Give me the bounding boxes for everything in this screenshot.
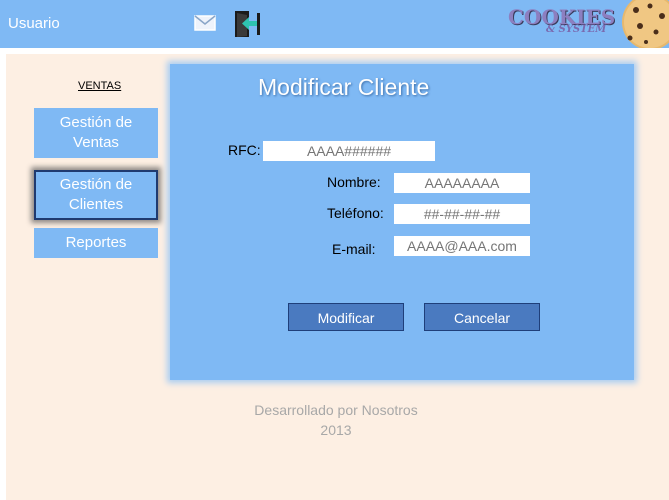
telefono-input[interactable] <box>394 204 530 224</box>
mail-icon[interactable] <box>194 15 216 31</box>
nombre-input[interactable] <box>394 173 530 193</box>
cookie-icon <box>616 0 669 48</box>
exit-door-icon[interactable] <box>232 9 262 39</box>
user-label[interactable]: Usuario <box>8 15 60 32</box>
cookies-system-logo: COOKIES & SYSTEM <box>508 5 615 41</box>
footer-year: 2013 <box>320 422 352 438</box>
top-bar: Usuario COOKIES & SYSTEM <box>0 0 669 48</box>
email-input[interactable] <box>394 236 530 256</box>
nav-gestion-ventas-line2: Ventas <box>73 134 119 151</box>
nav-gestion-clientes-line2: Clientes <box>68 196 124 213</box>
footer-credit: Desarrollado por Nosotros <box>254 402 418 418</box>
footer: Desarrollado por Nosotros 2013 <box>200 400 472 440</box>
nav-gestion-ventas[interactable]: Gestión de Ventas <box>34 108 158 158</box>
nombre-label: Nombre: <box>327 174 381 190</box>
nav-reportes-label: Reportes <box>65 234 127 251</box>
nav-gestion-ventas-line1: Gestión de <box>59 114 133 131</box>
rfc-input[interactable] <box>263 141 435 161</box>
email-label: E-mail: <box>332 241 376 257</box>
modificar-button[interactable]: Modificar <box>288 303 404 331</box>
nav-gestion-clientes[interactable]: Gestión de Clientes <box>34 170 158 220</box>
telefono-label: Teléfono: <box>327 205 384 221</box>
header-divider <box>0 48 669 54</box>
rfc-label: RFC: <box>228 142 261 158</box>
panel-title: Modificar Cliente <box>258 74 430 100</box>
cancelar-button[interactable]: Cancelar <box>424 303 540 331</box>
section-label-ventas: VENTAS <box>78 80 122 92</box>
modify-client-panel: Modificar Cliente RFC: Nombre: Teléfono:… <box>170 64 634 380</box>
left-border <box>0 54 6 500</box>
nav-reportes[interactable]: Reportes <box>34 228 158 258</box>
nav-gestion-clientes-line1: Gestión de <box>59 176 133 193</box>
logo-sub-text: & SYSTEM <box>546 24 607 35</box>
